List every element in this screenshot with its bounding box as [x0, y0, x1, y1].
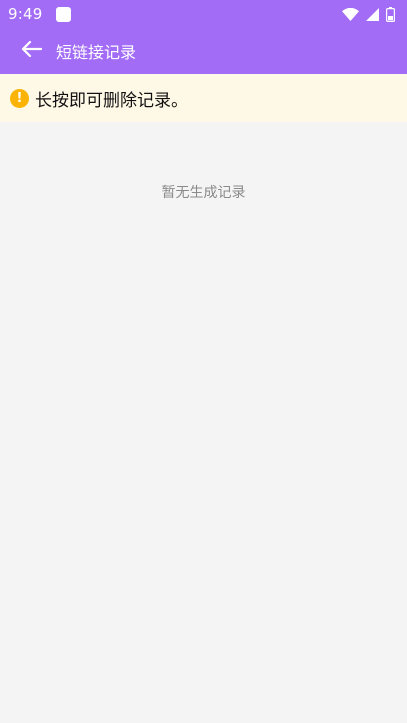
notice-banner: ! 长按即可删除记录。: [0, 74, 407, 122]
arrow-left-icon: [20, 40, 43, 62]
wifi-icon: [342, 7, 359, 21]
app-bar: 短链接记录: [0, 28, 407, 74]
battery-icon: [386, 6, 395, 22]
empty-state-message: 暂无生成记录: [161, 185, 246, 201]
status-bar: 9:49: [0, 0, 407, 28]
status-time: 9:49: [8, 5, 43, 23]
notice-text: 长按即可删除记录。: [35, 90, 188, 111]
top-header: 9:49 短链接记录: [0, 0, 407, 74]
cell-signal-icon: [366, 7, 379, 21]
screen: 9:49 短链接记录 ! 长按即可删除记录。 暂无生成记录: [0, 0, 407, 723]
warning-circle-icon: !: [10, 88, 29, 108]
back-button[interactable]: [18, 38, 44, 64]
page-title: 短链接记录: [56, 43, 137, 62]
status-icons: [342, 6, 395, 22]
app-notification-icon: [56, 6, 72, 22]
record-list: 暂无生成记录: [0, 122, 407, 723]
